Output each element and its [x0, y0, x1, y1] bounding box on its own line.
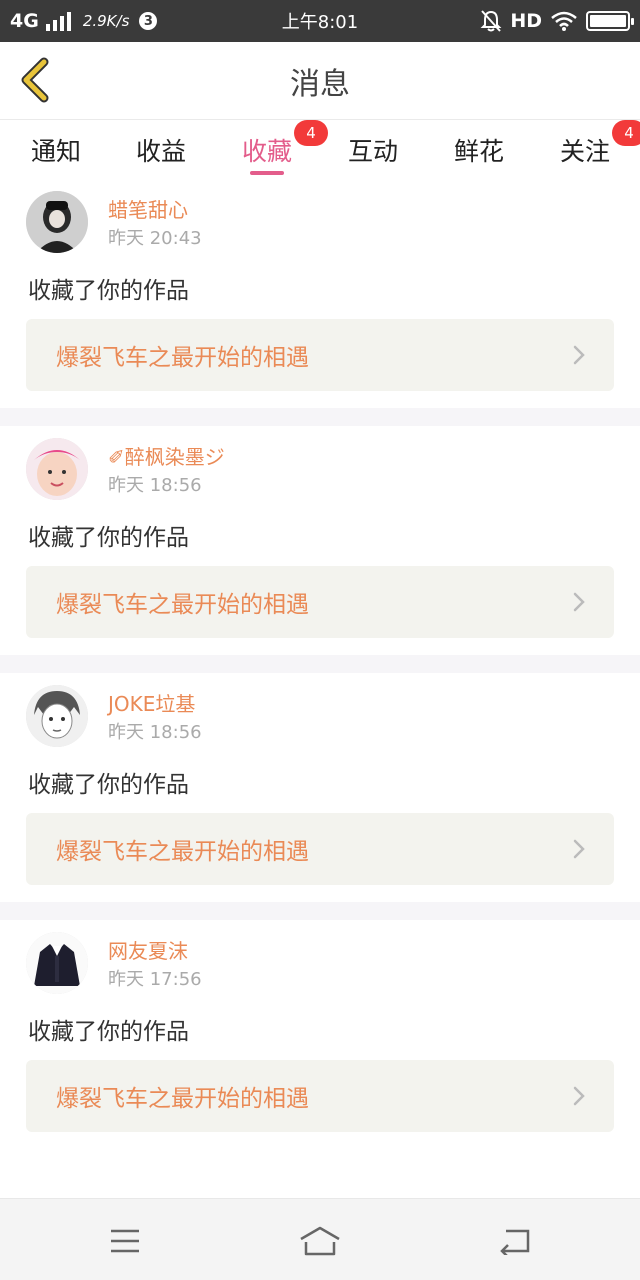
username[interactable]: JOKE垃基: [108, 688, 195, 717]
tab-flowers[interactable]: 鲜花: [426, 121, 532, 179]
avatar-image: [26, 685, 88, 747]
header-bar: 消息: [0, 42, 640, 120]
tab-label-wrap: 关注 4: [559, 120, 640, 168]
message-action: 收藏了你的作品: [28, 278, 189, 304]
message-action: 收藏了你的作品: [28, 1019, 189, 1045]
divider: [0, 408, 640, 426]
message-item: JOKE垃基 昨天 18:56 收藏了你的作品 爆裂飞车之最开始的相遇: [0, 673, 640, 902]
tab-badge: 4: [612, 120, 640, 146]
message-time: 昨天 18:56: [108, 722, 202, 743]
message-list: 蜡笔甜心 昨天 20:43 收藏了你的作品 爆裂飞车之最开始的相遇 ✐醉枫染墨ジ…: [0, 179, 640, 1149]
tab-notifications[interactable]: 通知: [3, 121, 109, 179]
system-nav-bar: [0, 1198, 640, 1280]
avatar[interactable]: [26, 438, 88, 500]
message-item: 网友夏沫 昨天 17:56 收藏了你的作品 爆裂飞车之最开始的相遇: [0, 920, 640, 1149]
tab-earnings[interactable]: 收益: [108, 121, 214, 179]
message-item: 蜡笔甜心 昨天 20:43 收藏了你的作品 爆裂飞车之最开始的相遇: [0, 179, 640, 408]
work-link[interactable]: 爆裂飞车之最开始的相遇: [26, 1060, 614, 1132]
menu-button[interactable]: [103, 1219, 147, 1263]
home-icon: [300, 1226, 340, 1256]
message-action: 收藏了你的作品: [28, 772, 189, 798]
tab-bar: 通知 收益 收藏 4 互动 鲜花 关注 4: [0, 120, 640, 179]
wifi-icon: [551, 11, 577, 31]
message-time: 昨天 20:43: [108, 228, 202, 249]
menu-icon: [111, 1229, 139, 1253]
divider: [0, 655, 640, 673]
chevron-right-icon: [573, 1086, 585, 1106]
message-time: 昨天 18:56: [108, 475, 202, 496]
active-tab-indicator: [250, 171, 284, 175]
home-button[interactable]: [298, 1219, 342, 1263]
work-title: 爆裂飞车之最开始的相遇: [56, 839, 309, 865]
chevron-right-icon: [573, 345, 585, 365]
username[interactable]: 网友夏沫: [108, 935, 188, 964]
work-title: 爆裂飞车之最开始的相遇: [56, 345, 309, 371]
tab-label: 互动: [347, 137, 398, 166]
username[interactable]: 蜡笔甜心: [108, 194, 188, 223]
page-title: 消息: [290, 67, 350, 102]
work-title: 爆裂飞车之最开始的相遇: [56, 1086, 309, 1112]
avatar-image: [26, 191, 88, 253]
status-right: HD: [480, 0, 634, 42]
tab-label: 收益: [135, 137, 186, 166]
message-item: ✐醉枫染墨ジ 昨天 18:56 收藏了你的作品 爆裂飞车之最开始的相遇: [0, 426, 640, 655]
divider: [0, 902, 640, 920]
tab-label: 关注: [559, 137, 610, 166]
username[interactable]: ✐醉枫染墨ジ: [108, 441, 225, 470]
hd-indicator: HD: [510, 10, 542, 32]
chevron-right-icon: [573, 592, 585, 612]
mute-bell-icon: [480, 10, 502, 32]
status-bar: 4G 2.9K/s 3 上午8:01 HD: [0, 0, 640, 42]
tab-label: 鲜花: [453, 137, 504, 166]
avatar-image: [26, 932, 88, 994]
work-link[interactable]: 爆裂飞车之最开始的相遇: [26, 319, 614, 391]
tab-following[interactable]: 关注 4: [532, 120, 640, 179]
work-link[interactable]: 爆裂飞车之最开始的相遇: [26, 813, 614, 885]
work-title: 爆裂飞车之最开始的相遇: [56, 592, 309, 618]
chevron-right-icon: [573, 839, 585, 859]
message-time: 昨天 17:56: [108, 969, 202, 990]
tab-label: 收藏: [241, 137, 292, 166]
battery-icon: [586, 11, 634, 31]
tab-favorites[interactable]: 收藏 4: [214, 120, 328, 179]
avatar[interactable]: [26, 191, 88, 253]
avatar[interactable]: [26, 685, 88, 747]
avatar-image: [26, 438, 88, 500]
tab-label-wrap: 收藏 4: [241, 120, 328, 168]
work-link[interactable]: 爆裂飞车之最开始的相遇: [26, 566, 614, 638]
back-icon: [500, 1229, 530, 1255]
back-button[interactable]: [493, 1219, 537, 1263]
avatar[interactable]: [26, 932, 88, 994]
tab-interactions[interactable]: 互动: [320, 121, 426, 179]
tab-label: 通知: [30, 137, 81, 166]
message-action: 收藏了你的作品: [28, 525, 189, 551]
